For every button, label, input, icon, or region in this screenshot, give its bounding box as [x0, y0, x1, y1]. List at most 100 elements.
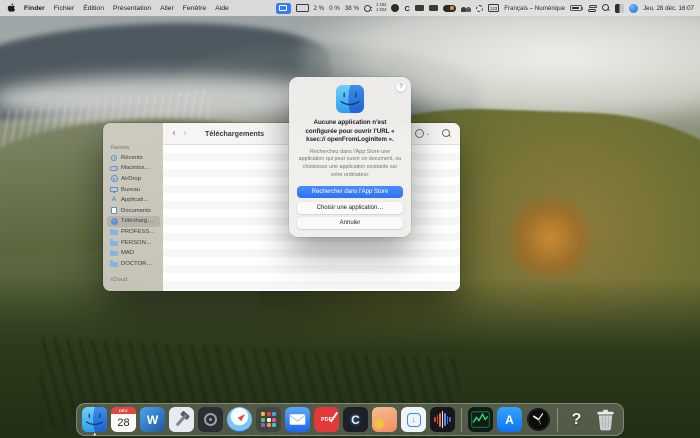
menu-finder[interactable]: Finder — [24, 5, 45, 12]
dock-peach-app-icon[interactable] — [372, 407, 397, 432]
sidebar-item-profess[interactable]: PROFESS… — [107, 227, 160, 238]
folder-icon — [110, 239, 118, 246]
sidebar-item-label: DOCTOR… — [121, 260, 153, 267]
dock-system-monitor-icon[interactable] — [468, 407, 493, 432]
dock-clock-icon[interactable] — [526, 407, 551, 432]
dock-safari-icon[interactable] — [227, 407, 252, 432]
display-split-icon[interactable] — [615, 3, 625, 13]
sidebar-item-label: Applicati… — [121, 197, 150, 204]
download-icon: ↓ — [110, 217, 118, 225]
menu-extra-icon[interactable] — [414, 4, 424, 12]
sidebar-item-airdrop[interactable]: AirDrop — [107, 174, 160, 185]
dock-app-store-icon[interactable]: A — [497, 407, 522, 432]
back-button[interactable]: ‹ — [172, 128, 176, 139]
sidebar-item-label: Documents — [121, 207, 151, 214]
clock-icon — [110, 154, 118, 162]
sidebar-item-bureau[interactable]: Bureau — [107, 184, 160, 195]
users-icon[interactable] — [460, 4, 471, 12]
sidebar-item-mad[interactable]: MAD — [107, 248, 160, 259]
help-button[interactable]: ? — [396, 82, 406, 92]
menu-bar-status: 2 % 0 % 38 % 1 192 1 024 C 123 Français … — [275, 2, 694, 14]
network-down: 1 024 — [375, 7, 387, 12]
running-indicator — [93, 433, 96, 436]
timer-icon[interactable] — [475, 4, 483, 12]
applications-icon: A — [111, 195, 117, 203]
sidebar-item-recents[interactable]: Récents — [107, 153, 160, 164]
input-123-badge[interactable]: 123 — [487, 4, 500, 12]
more-options-button[interactable]: ⋯ ⌄ — [415, 129, 430, 138]
forward-button[interactable]: › — [183, 128, 187, 139]
sidebar-item-label: Télécharg… — [121, 218, 154, 225]
wallpaper-layer — [500, 198, 600, 278]
calendar-day: 28 — [117, 417, 130, 429]
desktop-icon — [110, 187, 118, 194]
search-icon[interactable] — [442, 129, 451, 138]
finder-sidebar: Favoris Récents Macintos… AirDrop Bureau… — [103, 123, 163, 291]
download-arrow-icon: ↓ — [406, 412, 421, 427]
question-mark: ? — [571, 410, 582, 428]
sidebar-item-documents[interactable]: Documents — [107, 205, 160, 216]
sidebar-item-label: Bureau — [121, 186, 140, 193]
choose-application-button[interactable]: Choisir une application… — [297, 201, 403, 214]
dialog-body: Recherchez dans l'App Store une applicat… — [298, 148, 402, 178]
apple-logo-icon[interactable] — [7, 3, 16, 13]
dock-missing-app-icon[interactable]: ? — [564, 407, 589, 432]
clock-label[interactable]: Jeu. 28 déc. 16:07 — [643, 5, 694, 12]
dock-craft-icon[interactable]: C — [343, 407, 368, 432]
dock-xcode-icon[interactable] — [169, 407, 194, 432]
dock-divider — [461, 407, 462, 432]
battery-pill-icon[interactable] — [442, 4, 456, 12]
menu-presentation[interactable]: Présentation — [113, 5, 151, 12]
finder-icon — [336, 85, 364, 113]
dock-mail-icon[interactable] — [285, 407, 310, 432]
dock-dial-utility-icon[interactable] — [198, 407, 223, 432]
control-center-icon[interactable] — [587, 4, 598, 12]
dock-divider — [557, 407, 558, 432]
dock-calendar-icon[interactable]: DÉC 28 — [111, 407, 136, 432]
chevron-down-icon: ⌄ — [425, 130, 430, 137]
menu-extra-icon[interactable] — [428, 4, 438, 12]
screen-mirroring-active-icon[interactable] — [275, 2, 291, 14]
sidebar-item-doctor[interactable]: DOCTOR… — [107, 258, 160, 269]
folder-icon — [110, 228, 118, 235]
search-app-store-button[interactable]: Rechercher dans l'App Store — [297, 186, 403, 199]
sidebar-item-label: MAD — [121, 250, 135, 257]
dock-word-icon[interactable]: W — [140, 407, 165, 432]
dialog-buttons: Rechercher dans l'App Store Choisir une … — [297, 186, 403, 230]
cancel-button[interactable]: Annuler — [297, 217, 403, 230]
ellipsis-icon: ⋯ — [415, 129, 425, 138]
input-source-label[interactable]: Français – Numérique — [504, 5, 565, 12]
app-menus: Finder Fichier Édition Présentation Alle… — [7, 3, 229, 13]
dock-audio-app-icon[interactable] — [430, 407, 455, 432]
disk-activity-icon[interactable] — [363, 4, 373, 12]
app-store-letter: A — [505, 412, 514, 427]
dock: DÉC 28 W PDF C ↓ A ? — [76, 403, 624, 436]
dock-pdf-icon[interactable]: PDF — [314, 407, 339, 432]
calendar-month: DÉC — [111, 407, 136, 414]
dock-download-manager-icon[interactable]: ↓ — [401, 407, 426, 432]
menu-fenetre[interactable]: Fenêtre — [183, 5, 206, 12]
window-title: Téléchargements — [205, 129, 265, 138]
siri-icon[interactable] — [629, 3, 639, 13]
dark-app-icon[interactable] — [391, 4, 400, 12]
memory-stat[interactable]: 38 % — [345, 5, 359, 12]
dock-launchpad-icon[interactable] — [256, 407, 281, 432]
dock-finder-icon[interactable] — [82, 407, 107, 436]
menu-aide[interactable]: Aide — [215, 5, 229, 12]
battery-icon[interactable] — [570, 5, 584, 11]
menu-fichier[interactable]: Fichier — [54, 5, 74, 12]
sidebar-item-person[interactable]: PERSON… — [107, 237, 160, 248]
cpu-stat[interactable]: 2 % — [314, 5, 325, 12]
sidebar-item-macintosh[interactable]: Macintos… — [107, 163, 160, 174]
menu-aller[interactable]: Aller — [160, 5, 174, 12]
sidebar-item-telechargements[interactable]: ↓ Télécharg… — [106, 216, 160, 227]
gpu-stat[interactable]: 0 % — [329, 5, 340, 12]
spotlight-icon[interactable] — [602, 4, 610, 12]
disk-icon — [110, 165, 118, 171]
menu-edition[interactable]: Édition — [83, 5, 104, 12]
keyboard-icon[interactable] — [295, 4, 309, 12]
network-stat[interactable]: 1 192 1 024 — [376, 3, 386, 12]
c-app-icon[interactable]: C — [404, 4, 409, 13]
dock-trash-icon[interactable] — [593, 407, 618, 432]
sidebar-item-applications[interactable]: A Applicati… — [107, 195, 160, 206]
